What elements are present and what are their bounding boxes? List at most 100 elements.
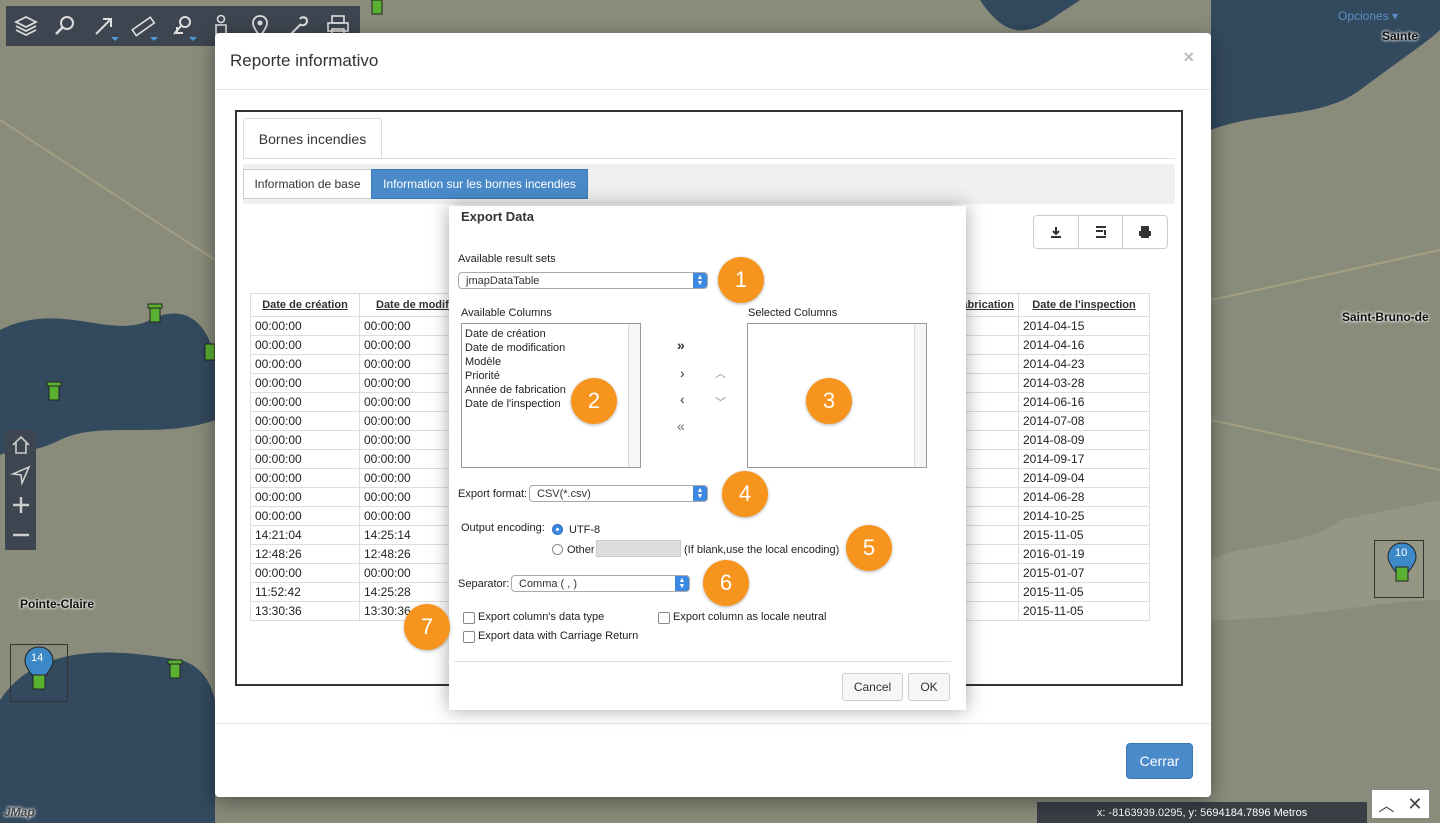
move-down-button[interactable]: ﹀ <box>715 394 726 410</box>
print-table-button[interactable] <box>1123 216 1167 248</box>
table-row[interactable]: 00:00:00 00:00:00 <box>250 430 470 450</box>
table-row[interactable]: 2015-01-07 <box>941 563 1150 583</box>
table-cell: 2014-03-28 <box>1018 373 1150 393</box>
locate-button[interactable] <box>5 460 36 490</box>
scrollbar[interactable] <box>628 324 640 467</box>
dropdown-caret <box>189 37 197 41</box>
table-row[interactable]: 00:00:00 00:00:00 <box>250 468 470 488</box>
utf8-radio[interactable] <box>552 524 563 535</box>
remove-all-button[interactable]: « <box>677 418 685 434</box>
table-row[interactable]: 11:52:42 14:25:28 <box>250 582 470 602</box>
data-type-checkbox[interactable] <box>463 612 475 624</box>
other-encoding-input[interactable] <box>596 540 681 557</box>
cerrar-button[interactable]: Cerrar <box>1126 743 1193 779</box>
locale-neutral-checkbox[interactable] <box>658 612 670 624</box>
table-row[interactable]: 00:00:00 00:00:00 <box>250 449 470 469</box>
options-menu[interactable]: Opciones ▾ <box>1338 9 1398 23</box>
table-row[interactable]: 00:00:00 00:00:00 <box>250 411 470 431</box>
table-row[interactable]: 2015-11-05 <box>941 601 1150 621</box>
table-row[interactable]: 2015-11-05 <box>941 582 1150 602</box>
table-cell: 00:00:00 <box>250 430 360 450</box>
list-item[interactable]: Modèle <box>462 355 640 369</box>
table-row[interactable]: 2014-03-28 <box>941 373 1150 393</box>
add-all-button[interactable]: » <box>677 337 685 353</box>
export-button[interactable] <box>1034 216 1079 248</box>
separator-select[interactable]: Comma ( , ) ▲ ▼ <box>511 575 690 592</box>
zoom-out-button[interactable] <box>5 520 36 550</box>
collapse-up-icon[interactable]: ︿ <box>1378 792 1394 816</box>
table-cell: 14:21:04 <box>250 525 360 545</box>
table-row[interactable]: 00:00:00 00:00:00 <box>250 487 470 507</box>
hydrant-icon[interactable] <box>203 340 216 365</box>
cluster-marker[interactable]: 10 <box>1374 540 1424 598</box>
table-cell: 00:00:00 <box>250 563 360 583</box>
list-item[interactable]: Priorité <box>462 369 640 383</box>
table-row[interactable]: 00:00:00 00:00:00 <box>250 392 470 412</box>
scrollbar[interactable] <box>914 324 926 467</box>
table-row[interactable]: 14:21:04 14:25:14 <box>250 525 470 545</box>
ok-button[interactable]: OK <box>908 673 950 701</box>
panel-controls: ︿ ✕ <box>1371 789 1430 819</box>
plus-icon <box>12 497 29 513</box>
cancel-button[interactable]: Cancel <box>842 673 903 701</box>
export-dialog-title: Export Data <box>461 209 534 224</box>
column-header[interactable]: Date de l'inspection <box>1018 293 1150 317</box>
table-row[interactable]: 2014-04-23 <box>941 354 1150 374</box>
select-button[interactable] <box>162 6 201 46</box>
table-row[interactable]: 2014-06-28 <box>941 487 1150 507</box>
table-row[interactable]: 2014-04-15 <box>941 316 1150 336</box>
home-button[interactable] <box>5 430 36 460</box>
table-row[interactable]: 12:48:26 12:48:26 <box>250 544 470 564</box>
tab-bornes-incendies[interactable]: Bornes incendies <box>243 118 382 159</box>
pointer-button[interactable] <box>84 6 123 46</box>
modal-close-button[interactable]: × <box>1183 47 1194 68</box>
table-row[interactable]: 2014-09-17 <box>941 449 1150 469</box>
divider <box>454 661 951 662</box>
hydrant-icon[interactable] <box>166 658 184 683</box>
measure-button[interactable] <box>123 6 162 46</box>
measure-icon <box>130 16 155 37</box>
table-row[interactable]: 2015-11-05 <box>941 525 1150 545</box>
table-row[interactable]: 2014-09-04 <box>941 468 1150 488</box>
table-row[interactable]: 00:00:00 00:00:00 <box>250 316 470 336</box>
zoom-in-button[interactable] <box>5 490 36 520</box>
close-x-icon[interactable]: ✕ <box>1407 794 1422 815</box>
result-set-value: jmapDataTable <box>466 274 540 287</box>
table-row[interactable]: 00:00:00 00:00:00 <box>250 335 470 355</box>
column-header[interactable]: Date de création <box>250 293 360 317</box>
table-row[interactable]: 00:00:00 00:00:00 <box>250 563 470 583</box>
table-row[interactable]: 2014-06-16 <box>941 392 1150 412</box>
list-item[interactable]: Date de création <box>462 327 640 341</box>
search-button[interactable] <box>45 6 84 46</box>
table-row[interactable]: 00:00:00 00:00:00 <box>250 373 470 393</box>
table-row[interactable]: 2014-08-09 <box>941 430 1150 450</box>
result-set-select[interactable]: jmapDataTable ▲ ▼ <box>458 272 708 289</box>
move-up-button[interactable]: ︿ <box>715 365 726 381</box>
remove-button[interactable]: ‹ <box>680 391 685 407</box>
table-row[interactable]: 2016-01-19 <box>941 544 1150 564</box>
hydrant-icon[interactable] <box>368 0 386 19</box>
export-format-select[interactable]: CSV(*.csv) ▲ ▼ <box>529 485 708 502</box>
table-row[interactable]: 2014-07-08 <box>941 411 1150 431</box>
table-row[interactable]: 2014-04-16 <box>941 335 1150 355</box>
other-label: Other <box>567 544 595 556</box>
minus-icon <box>12 533 29 537</box>
table-row[interactable]: 00:00:00 00:00:00 <box>250 354 470 374</box>
add-button[interactable]: › <box>680 365 685 381</box>
table-row[interactable]: 2014-10-25 <box>941 506 1150 526</box>
hydrant-icon[interactable] <box>146 302 164 327</box>
export-format-label: Export format: <box>458 488 528 500</box>
table-cell: 00:00:00 <box>250 373 360 393</box>
carriage-return-checkbox[interactable] <box>463 631 475 643</box>
list-item[interactable]: Date de modification <box>462 341 640 355</box>
subtab-information-bornes[interactable]: Information sur les bornes incendies <box>371 169 588 199</box>
hydrant-icon[interactable] <box>45 380 63 405</box>
layers-button[interactable] <box>6 6 45 46</box>
map-label-sainte: Sainte <box>1382 29 1419 43</box>
export-selection-button[interactable] <box>1079 216 1124 248</box>
subtab-information-de-base[interactable]: Information de base <box>243 169 372 199</box>
table-row[interactable]: 00:00:00 00:00:00 <box>250 506 470 526</box>
other-encoding-radio[interactable] <box>552 544 563 555</box>
cluster-marker[interactable]: 14 <box>10 644 68 702</box>
annotation-badge: 6 <box>703 560 749 606</box>
